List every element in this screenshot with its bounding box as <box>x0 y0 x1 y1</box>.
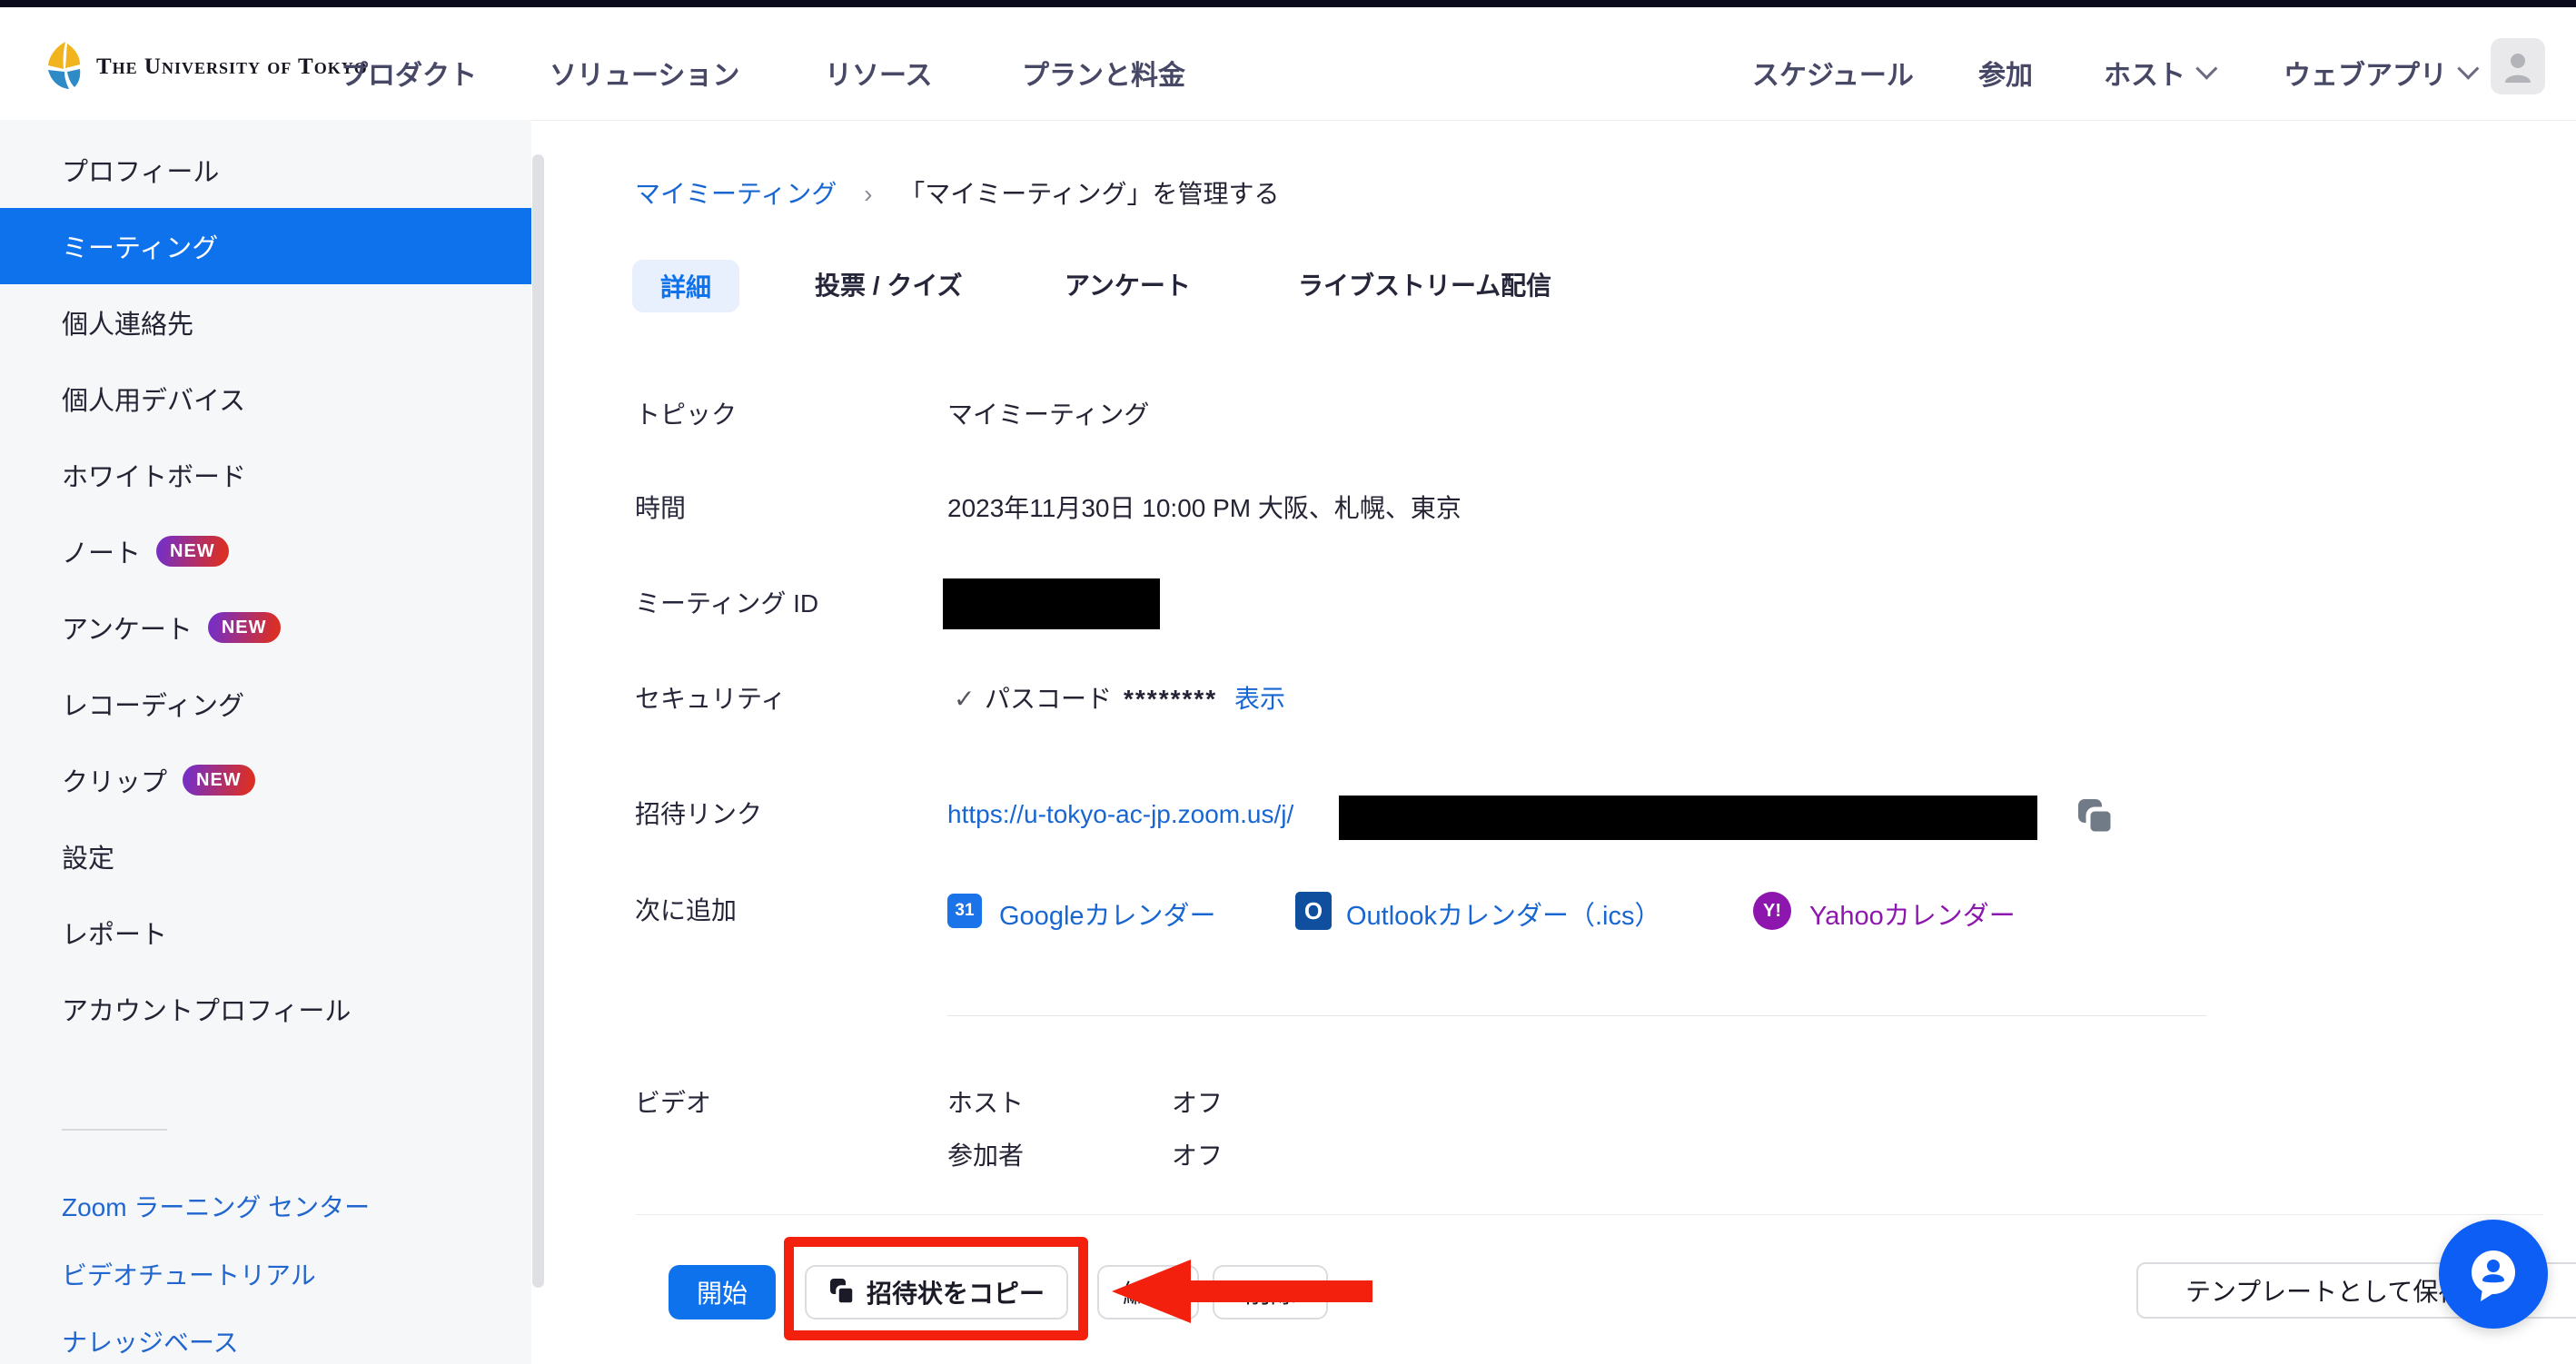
new-badge: NEW <box>183 765 255 796</box>
sidebar: プロフィール ミーティング 個人連絡先 個人用デバイス ホワイトボード ノートN… <box>0 120 531 1364</box>
video-participant-value: オフ <box>1172 1140 1223 1172</box>
copy-link-icon[interactable] <box>2073 796 2118 845</box>
outlook-calendar-icon[interactable]: O <box>1295 892 1332 930</box>
edit-button[interactable]: 編集 <box>1097 1265 1199 1320</box>
nav-schedule[interactable]: スケジュール <box>1752 53 1914 93</box>
sidebar-link-knowledge-base[interactable]: ナレッジベース <box>62 1324 239 1362</box>
video-label: ビデオ <box>635 1087 711 1120</box>
sidebar-item-devices[interactable]: 個人用デバイス <box>0 361 531 437</box>
top-dark-strip <box>0 0 2576 7</box>
header: The University of Tokyo プロダクト ソリューション リソ… <box>0 7 2576 121</box>
meeting-id-label: ミーティング ID <box>635 588 818 620</box>
support-chat-button[interactable] <box>2439 1220 2548 1329</box>
new-badge: NEW <box>208 612 281 643</box>
sidebar-item-recordings[interactable]: レコーディング <box>0 666 531 742</box>
nav-join[interactable]: 参加 <box>1978 53 2033 93</box>
passcode-mask: ******** <box>1124 683 1217 716</box>
utokyo-ginkgo-icon <box>44 40 84 95</box>
annotation-highlight-box <box>784 1237 1088 1340</box>
show-passcode-link[interactable]: 表示 <box>1234 683 1285 716</box>
google-calendar-link[interactable]: Googleカレンダー <box>999 895 1216 933</box>
time-value: 2023年11月30日 10:00 PM 大阪、札幌、東京 <box>947 492 1461 525</box>
start-button[interactable]: 開始 <box>669 1265 776 1320</box>
user-avatar[interactable] <box>2491 38 2545 94</box>
add-to-label: 次に追加 <box>635 895 737 927</box>
sidebar-item-meetings[interactable]: ミーティング <box>0 208 531 284</box>
outlook-calendar-link[interactable]: Outlookカレンダー（.ics） <box>1346 895 1660 933</box>
sidebar-item-clips[interactable]: クリップNEW <box>0 742 531 818</box>
sidebar-item-whiteboard[interactable]: ホワイトボード <box>0 437 531 513</box>
university-logo-text: The University of Tokyo <box>96 54 368 80</box>
nav-webapp-menu[interactable]: ウェブアプリ <box>2284 53 2473 93</box>
security-label: セキュリティ <box>635 683 786 716</box>
yahoo-calendar-icon[interactable]: Y! <box>1753 892 1791 930</box>
chevron-down-icon <box>2195 58 2217 80</box>
invite-link-redaction-box <box>1339 796 2037 840</box>
sidebar-item-profile[interactable]: プロフィール <box>0 132 531 208</box>
invite-link-url[interactable]: https://u-tokyo-ac-jp.zoom.us/j/ <box>947 798 1293 831</box>
person-icon <box>2500 48 2536 84</box>
topic-value: マイミーティング <box>947 399 1149 431</box>
breadcrumb-current: 「マイミーティング」を管理する <box>899 180 1279 208</box>
nav-resources[interactable]: リソース <box>825 53 933 93</box>
sidebar-item-notes[interactable]: ノートNEW <box>0 513 531 589</box>
chevron-down-icon <box>2457 58 2479 80</box>
tab-details[interactable]: 詳細 <box>632 260 739 312</box>
footer-divider <box>636 1214 2543 1215</box>
sidebar-item-surveys[interactable]: アンケートNEW <box>0 589 531 666</box>
breadcrumb-separator: › <box>864 180 872 208</box>
time-label: 時間 <box>635 492 686 525</box>
invite-link-label: 招待リンク <box>635 798 762 831</box>
sidebar-item-settings[interactable]: 設定 <box>0 818 531 895</box>
sidebar-scrollbar[interactable] <box>532 154 544 1288</box>
sidebar-link-learning-center[interactable]: Zoom ラーニング センター <box>62 1189 370 1227</box>
nav-plans[interactable]: プランと料金 <box>1022 53 1185 93</box>
topic-label: トピック <box>635 399 737 431</box>
video-host-value: オフ <box>1172 1087 1223 1120</box>
zoom-web-portal: The University of Tokyo プロダクト ソリューション リソ… <box>0 0 2576 1364</box>
tab-polls[interactable]: 投票 / クイズ <box>815 270 963 302</box>
sidebar-link-video-tutorials[interactable]: ビデオチュートリアル <box>62 1257 316 1295</box>
section-divider <box>947 1015 2206 1016</box>
university-logo[interactable]: The University of Tokyo <box>44 38 368 96</box>
check-icon: ✓ <box>954 683 975 716</box>
nav-solutions[interactable]: ソリューション <box>550 53 739 93</box>
google-calendar-icon[interactable]: 31 <box>947 894 982 928</box>
tab-livestream[interactable]: ライブストリーム配信 <box>1298 270 1551 302</box>
yahoo-calendar-link[interactable]: Yahooカレンダー <box>1809 895 2016 933</box>
delete-button[interactable]: 削除 <box>1213 1265 1328 1320</box>
sidebar-item-account-profile[interactable]: アカウントプロフィール <box>0 971 531 1047</box>
sidebar-divider <box>62 1129 167 1131</box>
sidebar-item-contacts[interactable]: 個人連絡先 <box>0 284 531 361</box>
video-participant-label: 参加者 <box>947 1140 1024 1172</box>
video-host-label: ホスト <box>947 1087 1024 1120</box>
breadcrumb: マイミーティング › 「マイミーティング」を管理する <box>635 178 1280 211</box>
tab-surveys[interactable]: アンケート <box>1065 270 1191 302</box>
breadcrumb-my-meetings[interactable]: マイミーティング <box>635 180 837 208</box>
nav-products[interactable]: プロダクト <box>341 53 477 93</box>
sidebar-item-reports[interactable]: レポート <box>0 895 531 971</box>
new-badge: NEW <box>156 536 229 567</box>
nav-host-menu[interactable]: ホスト <box>2104 53 2212 93</box>
meeting-id-redaction-box <box>943 578 1160 629</box>
passcode-label: パスコード <box>985 683 1112 716</box>
person-bubble-icon <box>2459 1240 2528 1309</box>
